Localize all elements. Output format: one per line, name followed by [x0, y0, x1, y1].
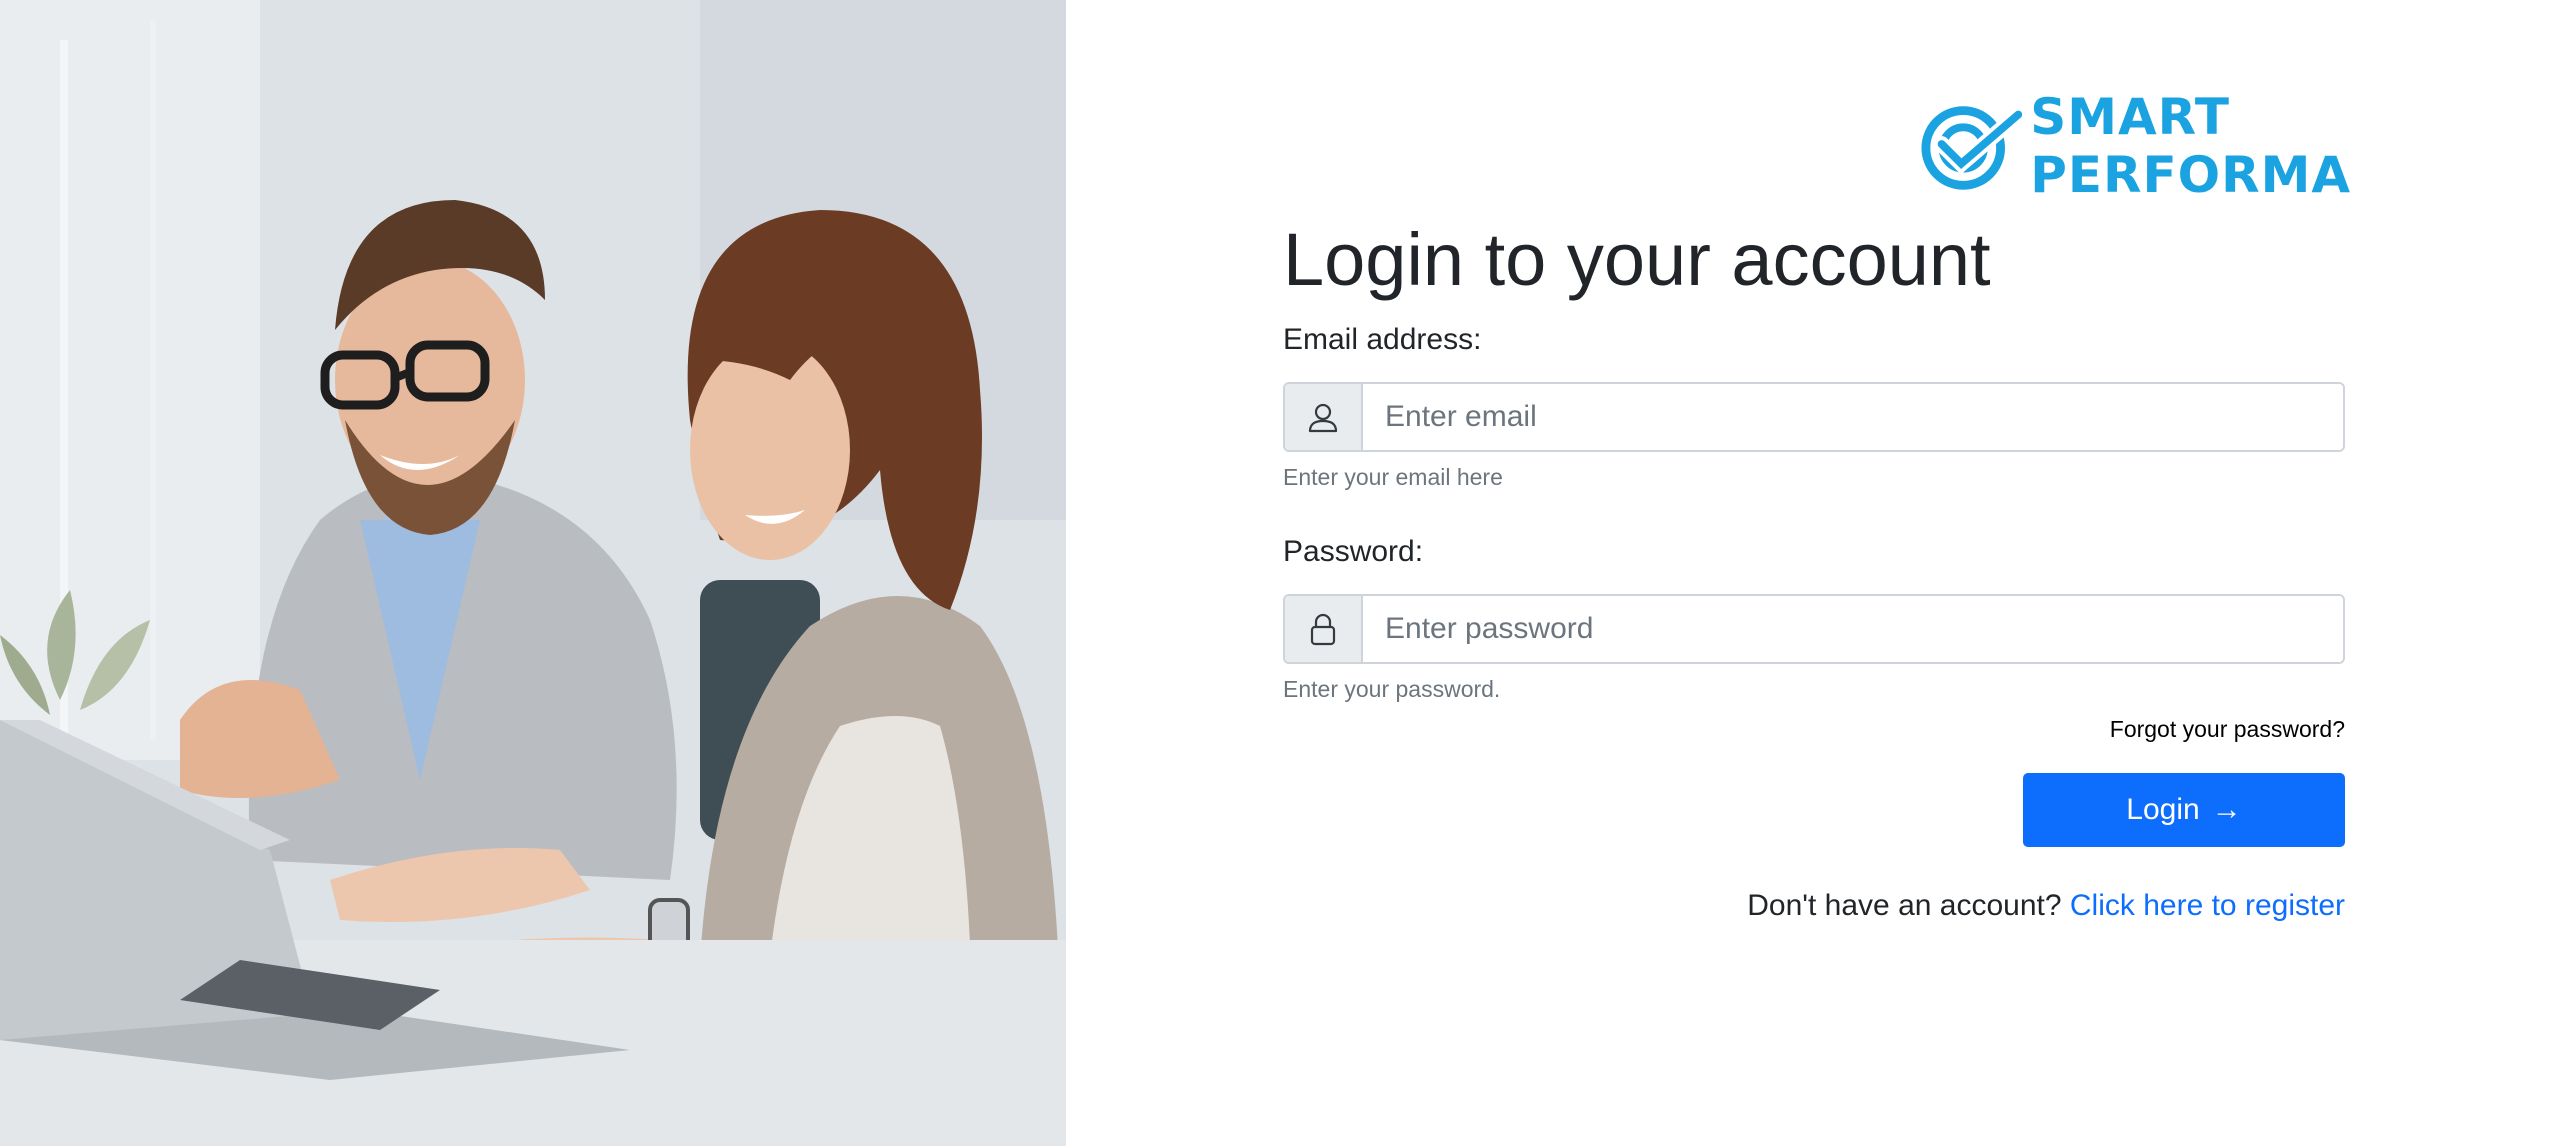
login-button[interactable]: Login →: [2023, 773, 2345, 847]
page-title: Login to your account: [1283, 218, 1991, 301]
brand-logo[interactable]: SMART PERFORMA: [1920, 88, 2560, 204]
email-input[interactable]: [1363, 384, 2343, 450]
forgot-password-link[interactable]: Forgot your password?: [2110, 716, 2345, 742]
password-help-text: Enter your password.: [1283, 676, 1501, 702]
lock-icon: [1310, 613, 1336, 646]
email-help-text: Enter your email here: [1283, 464, 1503, 490]
register-link[interactable]: Click here to register: [2070, 889, 2345, 922]
email-label: Email address:: [1283, 323, 1482, 356]
target-check-icon: [1921, 106, 2023, 190]
login-form: Login to your account Email address: Ent…: [1283, 210, 2345, 923]
arrow-right-icon: →: [2211, 793, 2242, 826]
email-input-group: [1283, 382, 2345, 452]
office-people-illustration: [0, 0, 1066, 1146]
password-addon: [1285, 596, 1363, 662]
register-prompt: Don't have an account?: [1747, 889, 2062, 922]
user-icon: [1308, 403, 1338, 433]
login-page: SMART PERFORMA Login to your account Ema…: [0, 0, 2560, 1146]
password-input[interactable]: [1363, 596, 2343, 662]
password-label: Password:: [1283, 535, 1424, 568]
login-button-label: Login: [2126, 793, 2200, 826]
hero-photo: [0, 0, 1066, 1146]
password-input-group: [1283, 594, 2345, 664]
email-addon: [1285, 384, 1363, 450]
brand-name: SMART PERFORMA: [2030, 88, 2352, 204]
register-prompt-row: Don't have an account? Click here to reg…: [1283, 889, 2345, 923]
